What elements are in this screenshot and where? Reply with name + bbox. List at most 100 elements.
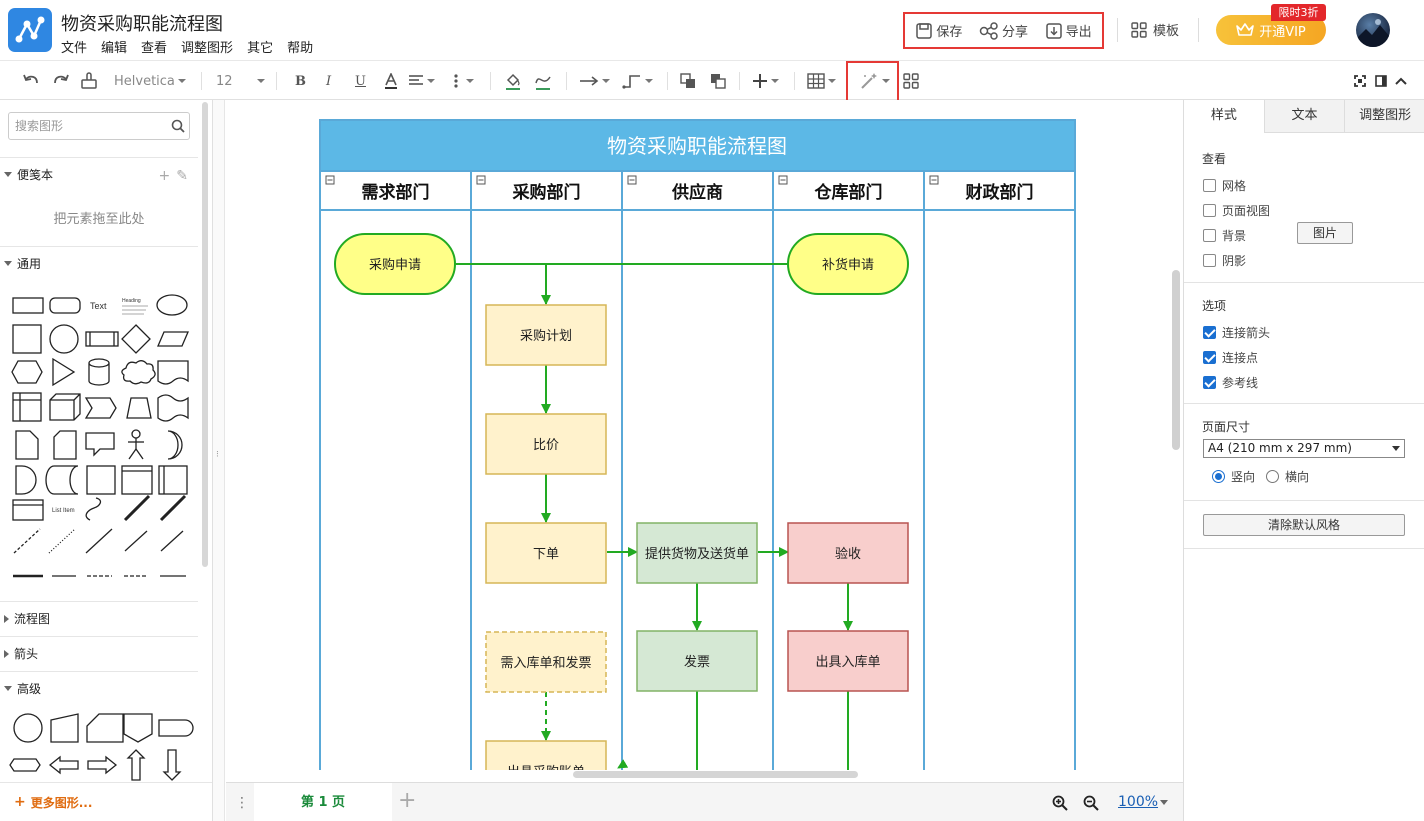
background-image-button[interactable]: 图片 (1297, 222, 1353, 244)
menu-other[interactable]: 其它 (247, 37, 273, 56)
landscape-radio[interactable]: 横向 (1266, 468, 1309, 485)
connection-arrows-checkbox[interactable]: 连接箭头 (1203, 324, 1270, 341)
add-page-icon[interactable]: + (398, 788, 416, 813)
section-arrows[interactable]: 箭头 (0, 636, 198, 670)
magic-wand-button[interactable] (859, 69, 890, 93)
page-size-select[interactable]: A4 (210 mm x 297 mm) (1203, 439, 1405, 458)
app-logo[interactable] (8, 8, 52, 52)
checkbox-box[interactable] (1203, 254, 1216, 267)
flowchart-diagram[interactable]: 物资采购职能流程图 需求部门 采购部门 供应商 仓库部门 财政部门 采购申请 补货申请采购… (226, 100, 1183, 770)
connector-style-button[interactable] (579, 69, 610, 93)
diagram-canvas[interactable]: 物资采购职能流程图 需求部门 采购部门 供应商 仓库部门 财政部门 采购申请 补货申请 采购… (226, 100, 1183, 770)
menu-view[interactable]: 查看 (141, 37, 167, 56)
redo-button[interactable] (52, 69, 70, 93)
save-icon (916, 22, 933, 39)
font-color-button[interactable] (384, 69, 398, 93)
checkbox-checked[interactable] (1203, 326, 1216, 339)
bidirectional-arrow-shape (123, 494, 151, 522)
checkbox-checked[interactable] (1203, 376, 1216, 389)
radio-unselected[interactable] (1266, 470, 1279, 483)
collapse-toolbar-button[interactable] (1395, 69, 1407, 93)
zoom-level-select[interactable]: 100% (1118, 794, 1169, 810)
menu-file[interactable]: 文件 (61, 37, 87, 56)
undo-button[interactable] (22, 69, 40, 93)
table-button[interactable] (807, 69, 836, 93)
toggle-panel-button[interactable] (1375, 69, 1387, 93)
more-shapes-label: 更多图形... (30, 795, 93, 810)
advanced-shapes-palette[interactable] (8, 710, 196, 782)
italic-button[interactable]: I (326, 69, 331, 93)
background-checkbox[interactable]: 背景 (1203, 227, 1246, 244)
insert-button[interactable] (752, 69, 779, 93)
menu-edit[interactable]: 编辑 (101, 37, 127, 56)
pencil-icon[interactable]: ✎ (176, 168, 188, 184)
tab-text[interactable]: 文本 (1263, 100, 1345, 133)
grid-checkbox[interactable]: 网格 (1203, 177, 1246, 194)
sidebar-resizer[interactable]: ⁝ (213, 100, 225, 821)
canvas-vertical-scrollbar[interactable] (1172, 270, 1180, 450)
apps-button[interactable] (903, 69, 919, 93)
divider (1117, 18, 1118, 42)
export-button[interactable]: 导出 (1045, 21, 1092, 40)
menu-arrange[interactable]: 调整图形 (181, 37, 233, 56)
sidebar-scrollbar[interactable] (201, 100, 209, 570)
clear-default-style-button[interactable]: 清除默认风格 (1203, 514, 1405, 536)
section-flowchart[interactable]: 流程图 (0, 601, 198, 635)
scrollbar-thumb[interactable] (202, 102, 208, 567)
tab-arrange[interactable]: 调整图形 (1344, 100, 1424, 133)
checkbox-box[interactable] (1203, 179, 1216, 192)
section-advanced[interactable]: 高级 (0, 671, 198, 705)
checkbox-checked[interactable] (1203, 351, 1216, 364)
template-button[interactable]: 模板 (1130, 20, 1179, 39)
arrows-label: 箭头 (14, 647, 39, 661)
font-size-select[interactable]: 12 (216, 69, 265, 93)
portrait-radio[interactable]: 竖向 (1212, 468, 1255, 485)
checkbox-box[interactable] (1203, 204, 1216, 217)
off-page-connector-shape (123, 713, 153, 743)
underline-button[interactable]: U (355, 69, 366, 93)
font-family-select[interactable]: Helvetica (114, 69, 186, 93)
align-button[interactable] (408, 69, 435, 93)
zoom-out-icon[interactable] (1083, 795, 1099, 814)
waypoint-button[interactable] (622, 69, 653, 93)
paint-bucket-icon (506, 73, 520, 90)
fullscreen-button[interactable] (1354, 69, 1366, 93)
document-title[interactable]: 物资采购职能流程图 (61, 10, 223, 36)
search-icon[interactable] (171, 119, 185, 133)
table-icon (807, 73, 825, 89)
page-tab-1[interactable]: 第 1 页 (254, 783, 392, 821)
save-button[interactable]: 保存 (915, 21, 962, 40)
radio-selected[interactable] (1212, 470, 1225, 483)
bold-button[interactable]: B (295, 69, 306, 93)
zoom-in-icon[interactable] (1052, 795, 1068, 814)
advanced-shapes-grid (8, 710, 196, 785)
format-painter-button[interactable] (80, 69, 98, 93)
guides-checkbox[interactable]: 参考线 (1203, 374, 1258, 391)
node-label: 需入库单和发票 (500, 655, 591, 671)
section-scratchpad[interactable]: 便笺本 + ✎ (0, 157, 198, 191)
share-button[interactable]: 分享 (979, 21, 1028, 40)
text-shape-label: Text (90, 301, 107, 311)
checkbox-box[interactable] (1203, 229, 1216, 242)
section-general[interactable]: 通用 (0, 246, 198, 280)
add-icon[interactable]: + (159, 168, 171, 184)
canvas-horizontal-scrollbar[interactable] (573, 771, 858, 778)
general-shapes-palette[interactable]: Text Heading List Item (8, 288, 196, 588)
more-shapes-button[interactable]: + 更多图形... (0, 782, 212, 821)
pages-menu-icon[interactable]: ⋮ (235, 795, 249, 811)
line-color-button[interactable] (535, 69, 551, 93)
fill-color-button[interactable] (505, 69, 521, 93)
tab-style[interactable]: 样式 (1184, 100, 1264, 133)
divider (1184, 282, 1424, 283)
shadow-checkbox[interactable]: 阴影 (1203, 252, 1246, 269)
shape-search-input[interactable] (9, 113, 169, 139)
title-bar: 物资采购职能流程图 文件 编辑 查看 调整图形 其它 帮助 保存 分享 导出 模… (0, 0, 1424, 60)
chevron-down-icon (602, 79, 610, 83)
menu-help[interactable]: 帮助 (287, 37, 313, 56)
to-front-button[interactable] (680, 69, 696, 93)
spacing-button[interactable] (452, 69, 474, 93)
user-avatar[interactable] (1356, 13, 1390, 47)
to-back-button[interactable] (710, 69, 726, 93)
page-view-checkbox[interactable]: 页面视图 (1203, 202, 1270, 219)
connection-points-checkbox[interactable]: 连接点 (1203, 349, 1258, 366)
